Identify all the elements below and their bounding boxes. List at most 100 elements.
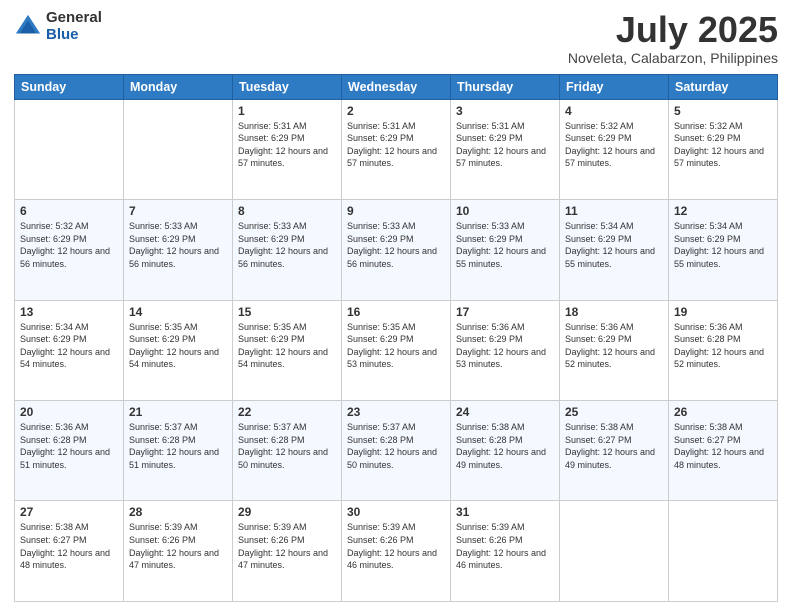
day-info: Sunrise: 5:36 AM Sunset: 6:29 PM Dayligh… xyxy=(456,321,554,371)
table-row: 14 Sunrise: 5:35 AM Sunset: 6:29 PM Dayli… xyxy=(124,300,233,400)
day-info: Sunrise: 5:32 AM Sunset: 6:29 PM Dayligh… xyxy=(674,120,772,170)
day-info: Sunrise: 5:36 AM Sunset: 6:29 PM Dayligh… xyxy=(565,321,663,371)
day-number: 19 xyxy=(674,305,772,319)
day-number: 7 xyxy=(129,204,227,218)
day-number: 8 xyxy=(238,204,336,218)
table-row: 18 Sunrise: 5:36 AM Sunset: 6:29 PM Dayli… xyxy=(560,300,669,400)
table-row: 23Sunrise: 5:37 AM Sunset: 6:28 PM Dayli… xyxy=(342,401,451,501)
table-row: 15Sunrise: 5:35 AM Sunset: 6:29 PM Dayli… xyxy=(233,300,342,400)
calendar-week-row: 1 Sunrise: 5:31 AM Sunset: 6:29 PM Daylig… xyxy=(15,99,778,199)
table-row xyxy=(15,99,124,199)
table-row: 26 Sunrise: 5:38 AM Sunset: 6:27 PM Dayli… xyxy=(669,401,778,501)
day-info: Sunrise: 5:37 AM Sunset: 6:28 PM Dayligh… xyxy=(129,421,227,471)
day-info: Sunrise: 5:31 AM Sunset: 6:29 PM Dayligh… xyxy=(347,120,445,170)
day-number: 26 xyxy=(674,405,772,419)
day-number: 4 xyxy=(565,104,663,118)
day-number: 30 xyxy=(347,505,445,519)
day-info: Sunrise: 5:31 AM Sunset: 6:29 PM Dayligh… xyxy=(238,120,336,170)
day-info: Sunrise: 5:39 AM Sunset: 6:26 PM Dayligh… xyxy=(238,521,336,571)
day-info: Sunrise: 5:35 AM Sunset: 6:29 PM Dayligh… xyxy=(129,321,227,371)
table-row: 20 Sunrise: 5:36 AM Sunset: 6:28 PM Dayli… xyxy=(15,401,124,501)
day-info: Sunrise: 5:33 AM Sunset: 6:29 PM Dayligh… xyxy=(456,220,554,270)
table-row: 16Sunrise: 5:35 AM Sunset: 6:29 PM Dayli… xyxy=(342,300,451,400)
header: General Blue July 2025 Noveleta, Calabar… xyxy=(14,10,778,66)
day-number: 15 xyxy=(238,305,336,319)
day-number: 10 xyxy=(456,204,554,218)
logo-general-text: General xyxy=(46,10,102,27)
day-number: 22 xyxy=(238,405,336,419)
day-info: Sunrise: 5:36 AM Sunset: 6:28 PM Dayligh… xyxy=(674,321,772,371)
day-info: Sunrise: 5:39 AM Sunset: 6:26 PM Dayligh… xyxy=(347,521,445,571)
day-number: 14 xyxy=(129,305,227,319)
table-row: 25 Sunrise: 5:38 AM Sunset: 6:27 PM Dayli… xyxy=(560,401,669,501)
col-wednesday: Wednesday xyxy=(342,74,451,99)
day-number: 16 xyxy=(347,305,445,319)
day-info: Sunrise: 5:31 AM Sunset: 6:29 PM Dayligh… xyxy=(456,120,554,170)
day-number: 2 xyxy=(347,104,445,118)
table-row: 31Sunrise: 5:39 AM Sunset: 6:26 PM Dayli… xyxy=(451,501,560,602)
table-row: 24 Sunrise: 5:38 AM Sunset: 6:28 PM Dayli… xyxy=(451,401,560,501)
day-number: 13 xyxy=(20,305,118,319)
table-row: 4 Sunrise: 5:32 AM Sunset: 6:29 PM Daylig… xyxy=(560,99,669,199)
table-row: 6 Sunrise: 5:32 AM Sunset: 6:29 PM Daylig… xyxy=(15,200,124,300)
col-thursday: Thursday xyxy=(451,74,560,99)
col-saturday: Saturday xyxy=(669,74,778,99)
table-row: 19 Sunrise: 5:36 AM Sunset: 6:28 PM Dayli… xyxy=(669,300,778,400)
day-number: 12 xyxy=(674,204,772,218)
day-number: 3 xyxy=(456,104,554,118)
day-info: Sunrise: 5:33 AM Sunset: 6:29 PM Dayligh… xyxy=(238,220,336,270)
table-row: 12 Sunrise: 5:34 AM Sunset: 6:29 PM Dayli… xyxy=(669,200,778,300)
table-row: 7 Sunrise: 5:33 AM Sunset: 6:29 PM Daylig… xyxy=(124,200,233,300)
day-info: Sunrise: 5:34 AM Sunset: 6:29 PM Dayligh… xyxy=(565,220,663,270)
day-number: 24 xyxy=(456,405,554,419)
col-friday: Friday xyxy=(560,74,669,99)
day-info: Sunrise: 5:32 AM Sunset: 6:29 PM Dayligh… xyxy=(20,220,118,270)
table-row: 21 Sunrise: 5:37 AM Sunset: 6:28 PM Dayli… xyxy=(124,401,233,501)
day-info: Sunrise: 5:38 AM Sunset: 6:28 PM Dayligh… xyxy=(456,421,554,471)
day-number: 6 xyxy=(20,204,118,218)
table-row: 30 Sunrise: 5:39 AM Sunset: 6:26 PM Dayli… xyxy=(342,501,451,602)
table-row: 3 Sunrise: 5:31 AM Sunset: 6:29 PM Daylig… xyxy=(451,99,560,199)
day-number: 29 xyxy=(238,505,336,519)
day-info: Sunrise: 5:36 AM Sunset: 6:28 PM Dayligh… xyxy=(20,421,118,471)
day-number: 1 xyxy=(238,104,336,118)
logo-blue-text: Blue xyxy=(46,27,102,44)
day-number: 21 xyxy=(129,405,227,419)
day-number: 18 xyxy=(565,305,663,319)
location-subtitle: Noveleta, Calabarzon, Philippines xyxy=(568,50,778,66)
day-info: Sunrise: 5:33 AM Sunset: 6:29 PM Dayligh… xyxy=(347,220,445,270)
day-number: 9 xyxy=(347,204,445,218)
day-info: Sunrise: 5:34 AM Sunset: 6:29 PM Dayligh… xyxy=(674,220,772,270)
day-info: Sunrise: 5:38 AM Sunset: 6:27 PM Dayligh… xyxy=(565,421,663,471)
calendar-week-row: 13Sunrise: 5:34 AM Sunset: 6:29 PM Dayli… xyxy=(15,300,778,400)
calendar-week-row: 27Sunrise: 5:38 AM Sunset: 6:27 PM Dayli… xyxy=(15,501,778,602)
calendar-table: Sunday Monday Tuesday Wednesday Thursday… xyxy=(14,74,778,602)
col-sunday: Sunday xyxy=(15,74,124,99)
month-title: July 2025 xyxy=(568,10,778,50)
page: General Blue July 2025 Noveleta, Calabar… xyxy=(0,0,792,612)
logo-text: General Blue xyxy=(46,10,102,43)
table-row: 2 Sunrise: 5:31 AM Sunset: 6:29 PM Daylig… xyxy=(342,99,451,199)
day-number: 27 xyxy=(20,505,118,519)
table-row: 27Sunrise: 5:38 AM Sunset: 6:27 PM Dayli… xyxy=(15,501,124,602)
table-row: 22 Sunrise: 5:37 AM Sunset: 6:28 PM Dayli… xyxy=(233,401,342,501)
day-number: 20 xyxy=(20,405,118,419)
table-row xyxy=(560,501,669,602)
day-info: Sunrise: 5:39 AM Sunset: 6:26 PM Dayligh… xyxy=(129,521,227,571)
day-info: Sunrise: 5:33 AM Sunset: 6:29 PM Dayligh… xyxy=(129,220,227,270)
day-info: Sunrise: 5:38 AM Sunset: 6:27 PM Dayligh… xyxy=(674,421,772,471)
day-number: 31 xyxy=(456,505,554,519)
table-row: 9 Sunrise: 5:33 AM Sunset: 6:29 PM Daylig… xyxy=(342,200,451,300)
day-number: 25 xyxy=(565,405,663,419)
day-number: 5 xyxy=(674,104,772,118)
table-row: 8 Sunrise: 5:33 AM Sunset: 6:29 PM Daylig… xyxy=(233,200,342,300)
day-info: Sunrise: 5:37 AM Sunset: 6:28 PM Dayligh… xyxy=(238,421,336,471)
day-number: 17 xyxy=(456,305,554,319)
table-row: 13Sunrise: 5:34 AM Sunset: 6:29 PM Dayli… xyxy=(15,300,124,400)
title-block: July 2025 Noveleta, Calabarzon, Philippi… xyxy=(568,10,778,66)
table-row: 11 Sunrise: 5:34 AM Sunset: 6:29 PM Dayli… xyxy=(560,200,669,300)
day-info: Sunrise: 5:32 AM Sunset: 6:29 PM Dayligh… xyxy=(565,120,663,170)
day-number: 11 xyxy=(565,204,663,218)
logo-icon xyxy=(14,13,42,41)
table-row: 10 Sunrise: 5:33 AM Sunset: 6:29 PM Dayli… xyxy=(451,200,560,300)
